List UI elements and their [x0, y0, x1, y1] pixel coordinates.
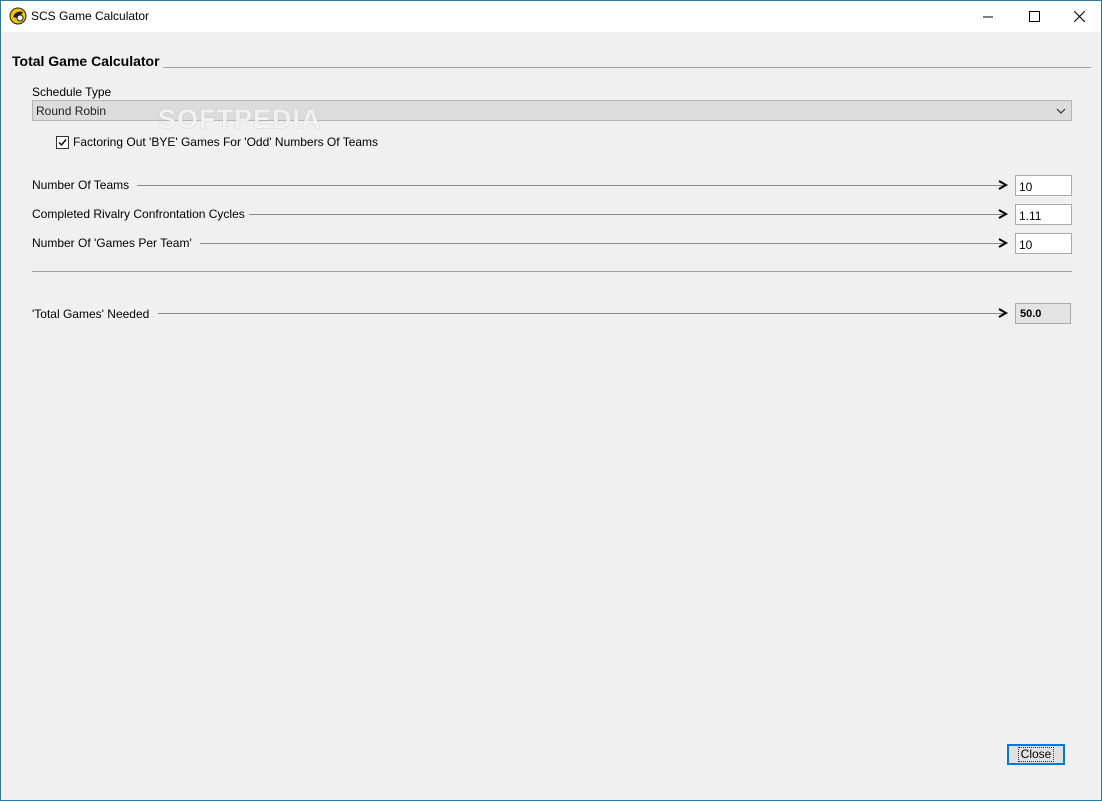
close-button[interactable]: Close — [1007, 744, 1065, 765]
minimize-button[interactable] — [965, 1, 1011, 32]
app-logo-icon — [9, 7, 27, 25]
leader-line — [249, 214, 1003, 215]
arrow-right-icon — [998, 308, 1008, 318]
arrow-right-icon — [998, 180, 1008, 190]
schedule-type-label: Schedule Type — [32, 85, 112, 99]
window-close-button[interactable] — [1056, 1, 1102, 32]
section-divider — [163, 67, 1091, 68]
results-divider — [32, 271, 1072, 272]
total-games-output: 50.0 — [1015, 303, 1071, 324]
maximize-icon — [1028, 11, 1040, 22]
arrow-right-icon — [998, 238, 1008, 248]
games-per-team-input[interactable] — [1015, 233, 1072, 254]
bye-games-checkbox[interactable] — [56, 136, 69, 149]
cycles-label: Completed Rivalry Confrontation Cycles — [32, 207, 245, 221]
watermark-text: SOFTPEDIA — [158, 104, 322, 134]
cycles-input[interactable] — [1015, 204, 1072, 225]
app-window: SCS Game Calculator Total Game Calculato… — [0, 0, 1102, 801]
leader-line — [200, 243, 1003, 244]
leader-line — [137, 185, 1003, 186]
section-title: Total Game Calculator — [12, 53, 160, 69]
chevron-down-icon — [1056, 108, 1066, 114]
minimize-icon — [983, 16, 993, 17]
close-button-label: Close — [1017, 747, 1055, 762]
arrow-right-icon — [998, 209, 1008, 219]
leader-line — [158, 313, 1003, 314]
maximize-button[interactable] — [1011, 1, 1057, 32]
total-games-label: 'Total Games' Needed — [32, 307, 150, 321]
bye-games-label: Factoring Out 'BYE' Games For 'Odd' Numb… — [73, 135, 379, 149]
teams-input[interactable] — [1015, 175, 1072, 196]
close-icon — [1073, 11, 1085, 22]
teams-label: Number Of Teams — [32, 178, 130, 192]
checkmark-icon — [58, 139, 67, 147]
schedule-type-select[interactable]: Round Robin SOFTPEDIA — [32, 100, 1072, 134]
schedule-type-value: Round Robin — [36, 104, 107, 118]
title-bar[interactable]: SCS Game Calculator — [1, 1, 1101, 32]
window-title: SCS Game Calculator — [31, 9, 150, 23]
games-per-team-label: Number Of 'Games Per Team' — [32, 236, 192, 250]
